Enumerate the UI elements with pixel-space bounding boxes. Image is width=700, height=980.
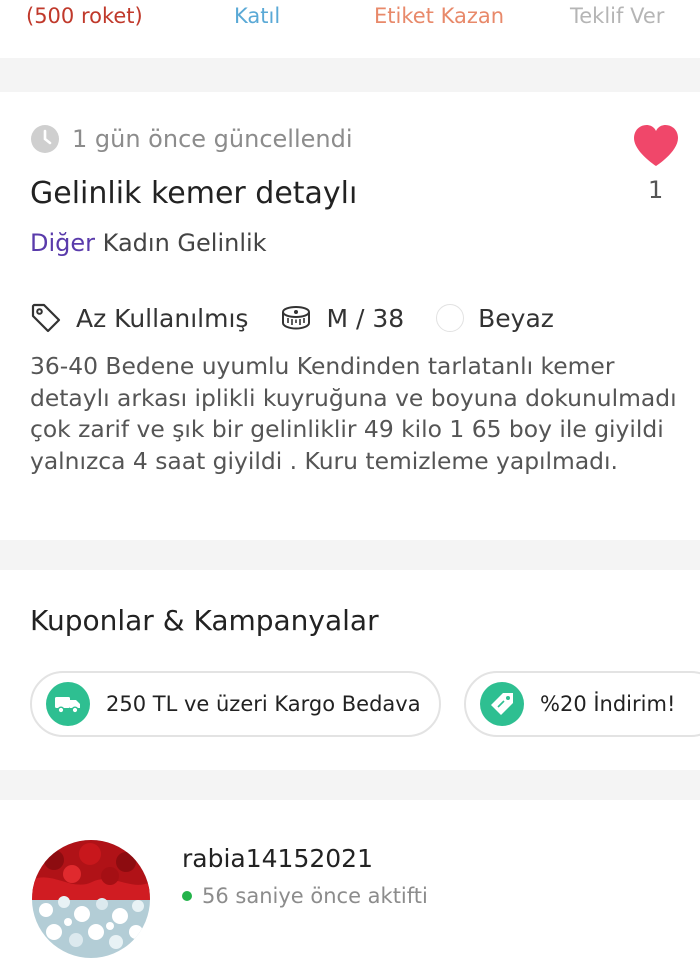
seller-status: 56 saniye önce aktifti	[182, 884, 428, 908]
heart-icon[interactable]	[632, 124, 680, 168]
measuring-tape-icon	[282, 306, 311, 330]
section-divider	[0, 540, 700, 570]
tag-icon	[31, 303, 61, 333]
color-text: Beyaz	[478, 303, 554, 333]
attribute-row: Az Kullanılmış M / 38 Beyaz	[30, 300, 586, 336]
listing-title: Gelinlik kemer detaylı	[30, 176, 358, 211]
section-divider	[0, 770, 700, 800]
join-label[interactable]: Katıl	[234, 4, 280, 28]
category-sub: Kadın Gelinlik	[102, 229, 267, 257]
condition-text: Az Kullanılmış	[76, 303, 249, 333]
action-strip: (500 roket) Katıl Etiket Kazan Teklif Ve…	[0, 0, 700, 58]
coupon-free-shipping[interactable]: 250 TL ve üzeri Kargo Bedava	[30, 671, 441, 737]
coupon-discount[interactable]: %20 İndirim!	[464, 671, 700, 737]
condition-attr: Az Kullanılmış	[30, 302, 248, 334]
last-active-text: 56 saniye önce aktifti	[202, 884, 428, 908]
coupon-label: %20 İndirim!	[540, 692, 676, 716]
category-breadcrumb: Diğer Kadın Gelinlik	[30, 229, 267, 257]
size-attr: M / 38	[280, 304, 404, 333]
earn-tag-label[interactable]: Etiket Kazan	[374, 4, 504, 28]
size-text: M / 38	[326, 303, 405, 333]
online-dot	[182, 891, 192, 901]
color-attr: Beyaz	[436, 304, 554, 333]
section-divider	[0, 58, 700, 92]
rocket-count-label[interactable]: (500 roket)	[26, 4, 143, 28]
coupons-section	[0, 570, 700, 770]
avatar[interactable]	[32, 840, 150, 958]
truck-icon	[46, 682, 90, 726]
color-swatch	[436, 304, 465, 332]
price-tag-icon	[480, 682, 524, 726]
coupons-title: Kuponlar & Kampanyalar	[30, 604, 379, 637]
make-offer-label[interactable]: Teklif Ver	[570, 4, 664, 28]
category-main-link[interactable]: Diğer	[30, 229, 95, 257]
updated-row: 1 gün önce güncellendi	[30, 124, 353, 154]
updated-text: 1 gün önce güncellendi	[72, 125, 353, 153]
listing-description: 36-40 Bedene uyumlu Kendinden tarlatanlı…	[30, 352, 677, 475]
like-count: 1	[648, 176, 664, 204]
clock-icon	[31, 125, 59, 153]
seller-username[interactable]: rabia14152021	[182, 844, 373, 873]
coupon-label: 250 TL ve üzeri Kargo Bedava	[106, 692, 421, 716]
